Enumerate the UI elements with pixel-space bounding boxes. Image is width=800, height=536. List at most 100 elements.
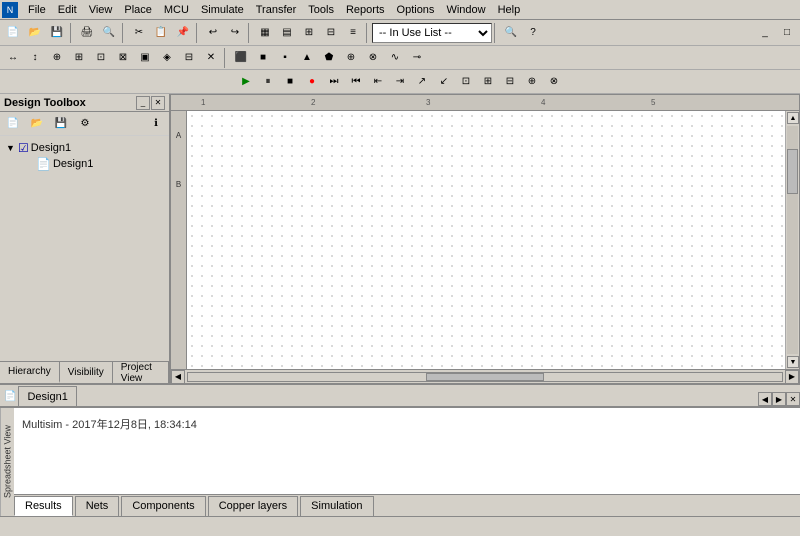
hscroll-track [187,372,783,382]
tool-4[interactable]: ⊞ [68,47,90,69]
sim-a6[interactable]: ⊕ [521,71,543,93]
tool-17[interactable]: ⊗ [362,47,384,69]
toolbar-main: 📄 📂 💾 🖨 🔍 ✂ 📋 📌 ↩ ↪ ▦ ▤ ⊞ ⊟ ≡ -- In Use … [0,20,800,46]
toolbox-tabs: Hierarchy Visibility Project View [0,361,169,383]
canvas-grid[interactable] [187,111,785,369]
print-preview-button[interactable]: 🔍 [98,22,120,44]
tool-6[interactable]: ⊠ [112,47,134,69]
tool-5[interactable]: ⊡ [90,47,112,69]
print-button[interactable]: 🖨 [76,22,98,44]
tab-project-view[interactable]: Project View [113,362,169,383]
menu-mcu[interactable]: MCU [158,2,195,18]
hscroll-thumb[interactable] [426,373,545,381]
save-button[interactable]: 💾 [46,22,68,44]
btn-a[interactable]: ▦ [254,22,276,44]
toolbox-open[interactable]: 📂 [26,113,48,135]
window-minimize[interactable]: _ [754,22,776,44]
sim-record[interactable]: ● [301,71,323,93]
canvas-vscroll-thumb[interactable] [787,149,798,195]
menu-help[interactable]: Help [492,2,527,18]
canvas-scroll-down[interactable]: ▼ [787,356,799,368]
search-button[interactable]: 🔍 [500,22,522,44]
cut-button[interactable]: ✂ [128,22,150,44]
menu-place[interactable]: Place [118,2,158,18]
tool-14[interactable]: ▲ [296,47,318,69]
tool-15[interactable]: ⬟ [318,47,340,69]
toolbox-minimize[interactable]: _ [136,96,150,110]
copy-button[interactable]: 📋 [150,22,172,44]
tool-1[interactable]: ↔ [2,47,24,69]
toolbox-close[interactable]: ✕ [151,96,165,110]
tree-checkbox[interactable]: ☑ [18,141,29,155]
design-tab[interactable]: Design1 [18,386,76,406]
tree-root[interactable]: ▼ ☑ Design1 [4,140,165,156]
toolbox-tree: ▼ ☑ Design1 📄 Design1 [0,136,169,361]
tab-prev[interactable]: ◀ [758,392,772,406]
undo-button[interactable]: ↩ [202,22,224,44]
tab-hierarchy[interactable]: Hierarchy [0,362,60,383]
sp-tab-copper[interactable]: Copper layers [208,496,298,516]
menu-file[interactable]: File [22,2,52,18]
in-use-list-dropdown[interactable]: -- In Use List -- [372,23,492,43]
sim-bwd[interactable]: ⏮ [345,71,367,93]
help-button[interactable]: ? [522,22,544,44]
sp-tab-results[interactable]: Results [14,496,73,516]
sp-tab-simulation[interactable]: Simulation [300,496,373,516]
tool-7[interactable]: ▣ [134,47,156,69]
btn-c[interactable]: ⊞ [298,22,320,44]
sp-tab-nets[interactable]: Nets [75,496,120,516]
new-button[interactable]: 📄 [2,22,24,44]
menu-view[interactable]: View [83,2,119,18]
tool-2[interactable]: ↕ [24,47,46,69]
window-maximize[interactable]: □ [776,22,798,44]
sim-a2[interactable]: ↙ [433,71,455,93]
menu-edit[interactable]: Edit [52,2,83,18]
tool-12[interactable]: ■ [252,47,274,69]
sim-collapse[interactable]: ⇥ [389,71,411,93]
hscroll-left[interactable]: ◀ [171,370,185,384]
redo-button[interactable]: ↪ [224,22,246,44]
canvas-scroll-up[interactable]: ▲ [787,112,799,124]
tool-18[interactable]: ∿ [384,47,406,69]
sim-a3[interactable]: ⊡ [455,71,477,93]
tool-3[interactable]: ⊕ [46,47,68,69]
toolbox-settings[interactable]: ⚙ [74,113,96,135]
menu-reports[interactable]: Reports [340,2,391,18]
menu-simulate[interactable]: Simulate [195,2,250,18]
tool-19[interactable]: ⊸ [406,47,428,69]
sim-a1[interactable]: ↗ [411,71,433,93]
hscroll-right[interactable]: ▶ [785,370,799,384]
tool-16[interactable]: ⊕ [340,47,362,69]
tool-10[interactable]: ✕ [200,47,222,69]
menu-window[interactable]: Window [440,2,491,18]
tool-9[interactable]: ⊟ [178,47,200,69]
btn-b[interactable]: ▤ [276,22,298,44]
tab-next[interactable]: ▶ [772,392,786,406]
tab-close-btn[interactable]: ✕ [786,392,800,406]
tree-child[interactable]: 📄 Design1 [4,156,165,172]
tab-visibility[interactable]: Visibility [60,362,113,383]
sim-stop[interactable]: ■ [279,71,301,93]
sim-a7[interactable]: ⊗ [543,71,565,93]
canvas-grid-dots [187,111,785,369]
sim-a5[interactable]: ⊟ [499,71,521,93]
toolbox-info[interactable]: ℹ [145,113,167,135]
paste-button[interactable]: 📌 [172,22,194,44]
toolbox-save[interactable]: 💾 [50,113,72,135]
sp-tab-components[interactable]: Components [121,496,205,516]
tool-8[interactable]: ◈ [156,47,178,69]
menu-options[interactable]: Options [391,2,441,18]
sim-a4[interactable]: ⊞ [477,71,499,93]
sim-pause[interactable]: ⏸ [257,71,279,93]
tool-11[interactable]: ⬛ [230,47,252,69]
btn-d[interactable]: ⊟ [320,22,342,44]
menu-tools[interactable]: Tools [302,2,340,18]
menu-transfer[interactable]: Transfer [250,2,303,18]
sim-expand[interactable]: ⇤ [367,71,389,93]
open-button[interactable]: 📂 [24,22,46,44]
tool-13[interactable]: ▪ [274,47,296,69]
sim-fwd[interactable]: ⏭ [323,71,345,93]
toolbox-new[interactable]: 📄 [2,113,24,135]
btn-e[interactable]: ≡ [342,22,364,44]
sim-play[interactable]: ▶ [235,71,257,93]
